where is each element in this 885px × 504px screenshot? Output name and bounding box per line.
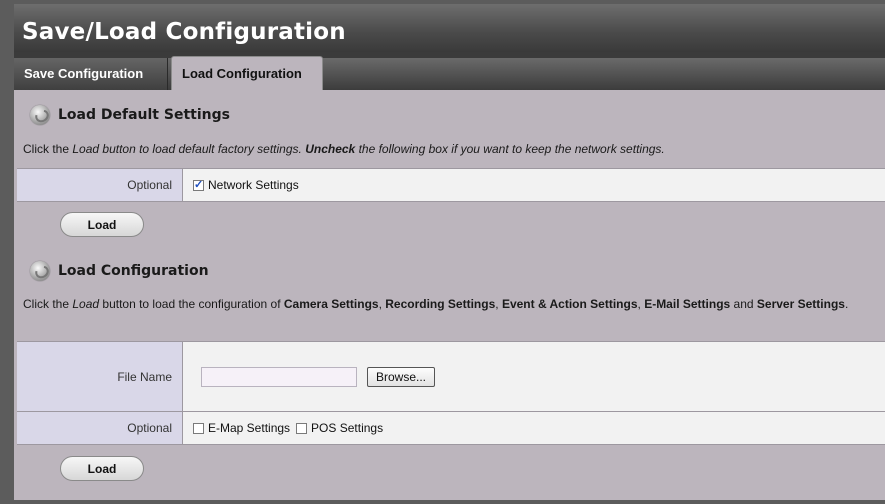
title-bar: Save/Load Configuration	[14, 4, 885, 52]
config-section-description: Click the Load button to load the config…	[23, 297, 849, 311]
tab-load-configuration[interactable]: Load Configuration	[171, 56, 323, 90]
file-name-row: File Name Browse...	[17, 341, 885, 412]
config-section-header: Load Configuration	[30, 261, 209, 281]
file-name-input[interactable]	[201, 366, 357, 387]
config-optional-row: Optional E-Map Settings POS Settings	[17, 411, 885, 445]
pos-settings-option[interactable]: POS Settings	[296, 421, 383, 435]
browse-button[interactable]: Browse...	[367, 366, 436, 387]
default-optional-label: Optional	[17, 169, 183, 201]
disc-icon	[30, 261, 50, 281]
file-name-value: Browse...	[183, 342, 885, 411]
tab-bar: Save Configuration Load Configuration	[14, 56, 885, 90]
tab-save-configuration[interactable]: Save Configuration	[14, 58, 168, 90]
emap-settings-label: E-Map Settings	[208, 421, 291, 435]
network-settings-checkbox[interactable]	[193, 178, 204, 191]
page-title: Save/Load Configuration	[22, 19, 346, 45]
default-section-header: Load Default Settings	[30, 105, 230, 125]
pos-settings-label: POS Settings	[311, 421, 384, 435]
config-optional-label: Optional	[17, 412, 183, 444]
disc-icon	[30, 105, 50, 125]
config-section-title: Load Configuration	[58, 263, 209, 279]
pos-settings-checkbox[interactable]	[296, 422, 308, 434]
load-default-button[interactable]: Load	[60, 212, 144, 237]
config-optional-value: E-Map Settings POS Settings	[183, 412, 885, 444]
emap-settings-option[interactable]: E-Map Settings	[193, 421, 290, 435]
load-configuration-button[interactable]: Load	[60, 456, 144, 481]
network-settings-label: Network Settings	[208, 178, 299, 192]
default-optional-row: Optional Network Settings	[17, 168, 885, 202]
default-section-description: Click the Load button to load default fa…	[23, 142, 665, 156]
default-optional-value: Network Settings	[183, 169, 885, 201]
config-panel: Save/Load Configuration Save Configurati…	[14, 4, 885, 500]
file-name-label: File Name	[17, 342, 183, 411]
network-settings-option[interactable]: Network Settings	[193, 178, 299, 192]
default-section-title: Load Default Settings	[58, 107, 230, 123]
window-frame: Save/Load Configuration Save Configurati…	[0, 0, 885, 504]
emap-settings-checkbox[interactable]	[193, 422, 204, 434]
